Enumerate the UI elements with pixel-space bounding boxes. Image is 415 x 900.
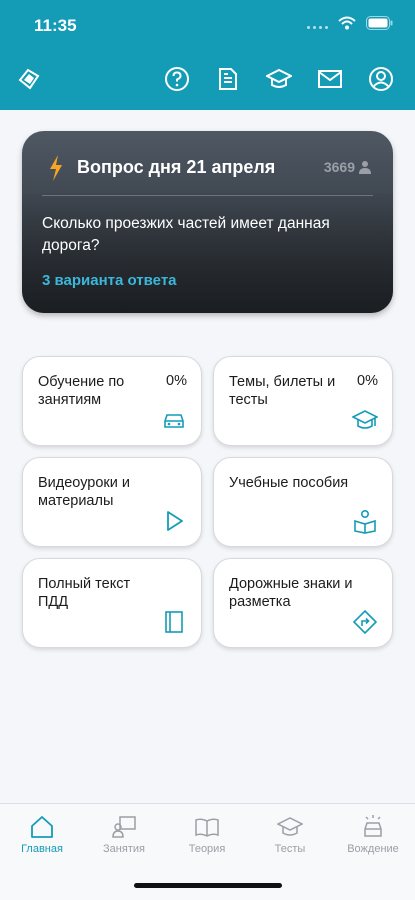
card-label: Темы, билеты и тесты <box>229 374 336 408</box>
open-book-icon <box>195 818 219 837</box>
card-road-signs[interactable]: Дорожные знаки и разметка <box>213 558 393 648</box>
card-label: Видеоуроки и материалы <box>38 475 130 509</box>
answers-link[interactable]: 3 варианта ответа <box>42 272 177 289</box>
card-traffic-rules-text[interactable]: Полный текст ПДД <box>22 558 202 648</box>
tab-label: Тесты <box>274 843 306 855</box>
book-icon <box>165 611 183 633</box>
play-icon <box>167 511 183 531</box>
lightning-icon <box>50 155 62 181</box>
card-topics-tickets-tests[interactable]: Темы, билеты и тесты 0% <box>213 356 393 446</box>
cellular-signal-icon <box>307 17 328 29</box>
tab-label: Главная <box>21 843 63 855</box>
car-front-icon <box>364 815 382 837</box>
logo-icon[interactable] <box>16 66 42 92</box>
reader-icon <box>354 509 376 534</box>
battery-icon <box>366 16 393 30</box>
tab-label: Занятия <box>103 843 145 855</box>
card-percent: 0% <box>357 373 378 389</box>
card-label: Обучение по занятиям <box>38 374 125 408</box>
divider <box>42 195 373 196</box>
card-video-lessons[interactable]: Видеоуроки и материалы <box>22 457 202 547</box>
question-of-day-card[interactable]: Вопрос дня 21 апреля 3669 Сколько проезж… <box>22 131 393 313</box>
tab-tests[interactable]: Тесты <box>255 814 325 855</box>
tab-lessons[interactable]: Занятия <box>89 814 159 855</box>
status-icons <box>307 16 393 30</box>
card-label: Учебные пособия <box>229 475 349 491</box>
tab-driving[interactable]: Вождение <box>338 814 408 855</box>
card-lessons[interactable]: Обучение по занятиям 0% <box>22 356 202 446</box>
card-percent: 0% <box>166 373 187 389</box>
road-sign-icon <box>352 609 378 635</box>
tab-home[interactable]: Главная <box>7 814 77 855</box>
tab-label: Теория <box>188 843 226 855</box>
person-icon <box>359 161 371 174</box>
card-study-guides[interactable]: Учебные пособия <box>213 457 393 547</box>
answer-count: 3669 <box>323 159 355 175</box>
tab-label: Вождение <box>347 843 399 855</box>
tab-theory[interactable]: Теория <box>172 814 242 855</box>
card-label: Дорожные знаки и разметка <box>229 576 353 610</box>
car-icon <box>164 414 184 428</box>
graduation-cap-icon <box>352 410 378 429</box>
graduation-cap-icon <box>277 817 303 836</box>
home-icon <box>31 816 53 838</box>
mail-icon[interactable] <box>317 66 343 92</box>
home-indicator <box>134 883 282 888</box>
card-label: Полный текст ПДД <box>38 576 131 610</box>
question-text: Сколько проезжих частей имеет данная дор… <box>42 215 330 254</box>
profile-icon[interactable] <box>368 66 394 92</box>
help-icon[interactable] <box>164 66 190 92</box>
wifi-icon <box>338 16 356 30</box>
document-icon[interactable] <box>215 66 241 92</box>
classroom-icon <box>112 816 136 838</box>
app-header: 11:35 <box>0 0 415 110</box>
graduation-cap-icon[interactable] <box>264 66 294 92</box>
question-of-day-title: Вопрос дня 21 апреля <box>77 157 276 177</box>
status-time: 11:35 <box>34 16 77 35</box>
